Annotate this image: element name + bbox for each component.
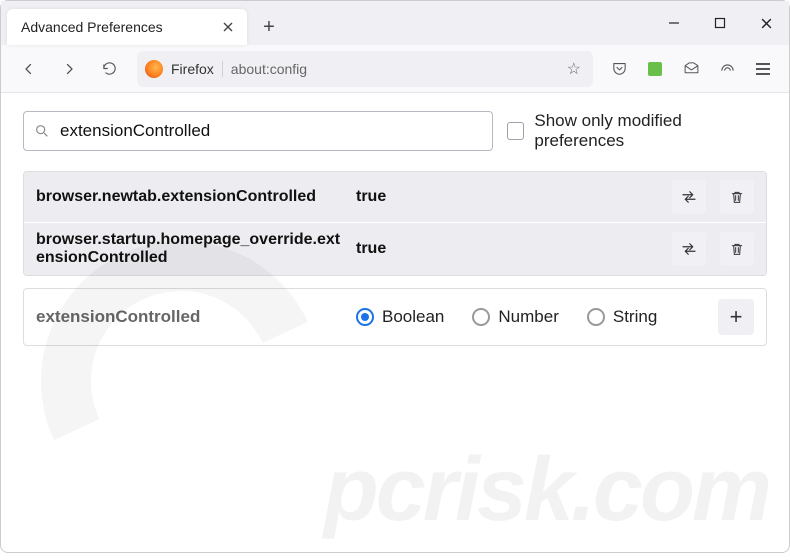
toggle-button[interactable] [672,180,706,214]
radio-label: Number [498,307,558,327]
identity-label: Firefox [171,61,223,77]
reload-button[interactable] [91,51,127,87]
radio-icon [587,308,605,326]
delete-button[interactable] [720,232,754,266]
swap-icon [680,188,698,206]
trash-icon [729,241,745,257]
filter-row: extensionControlled Show only modified p… [23,111,767,151]
checkbox-icon [507,122,524,140]
search-value: extensionControlled [60,121,482,141]
url-text: about:config [231,61,555,77]
firefox-logo-icon [145,60,163,78]
minimize-button[interactable] [651,1,697,45]
show-modified-checkbox[interactable]: Show only modified preferences [507,111,767,151]
pocket-icon[interactable] [603,53,635,85]
menu-button[interactable] [747,53,779,85]
preference-name: browser.startup.homepage_override.extens… [36,231,346,267]
preference-name: browser.newtab.extensionControlled [36,188,346,206]
plus-icon: + [730,304,743,330]
preference-value: true [356,240,658,258]
radio-label: String [613,307,657,327]
search-input[interactable]: extensionControlled [23,111,493,151]
show-modified-label: Show only modified preferences [534,111,767,151]
window-controls [651,1,789,45]
browser-tab[interactable]: Advanced Preferences [7,9,247,45]
radio-icon [472,308,490,326]
tab-close-icon[interactable] [219,18,237,36]
watermark-text: pcrisk.com [324,439,769,542]
new-tab-button[interactable]: + [255,13,283,41]
preference-row[interactable]: browser.newtab.extensionControlled true [24,172,766,222]
swap-icon [680,240,698,258]
radio-label: Boolean [382,307,444,327]
preference-row[interactable]: browser.startup.homepage_override.extens… [24,222,766,275]
type-radio-boolean[interactable]: Boolean [356,307,444,327]
add-preference-row: extensionControlled Boolean Number Strin… [23,288,767,346]
toggle-button[interactable] [672,232,706,266]
close-window-button[interactable] [743,1,789,45]
type-radio-group: Boolean Number String [356,307,708,327]
add-preference-name: extensionControlled [36,307,346,327]
content-area: extensionControlled Show only modified p… [1,93,789,364]
add-button[interactable]: + [718,299,754,335]
bookmark-star-icon[interactable]: ☆ [563,59,585,79]
delete-button[interactable] [720,180,754,214]
type-radio-number[interactable]: Number [472,307,558,327]
tab-title: Advanced Preferences [21,19,219,35]
url-bar[interactable]: Firefox about:config ☆ [137,51,593,87]
trash-icon [729,189,745,205]
preference-value: true [356,188,658,206]
forward-button[interactable] [51,51,87,87]
titlebar: Advanced Preferences + [1,1,789,45]
nav-toolbar: Firefox about:config ☆ [1,45,789,93]
back-button[interactable] [11,51,47,87]
extension-icon[interactable] [639,53,671,85]
maximize-button[interactable] [697,1,743,45]
radio-icon [356,308,374,326]
search-icon [34,123,50,139]
inbox-icon[interactable] [675,53,707,85]
shield-icon[interactable] [711,53,743,85]
type-radio-string[interactable]: String [587,307,657,327]
preference-list: browser.newtab.extensionControlled true … [23,171,767,276]
